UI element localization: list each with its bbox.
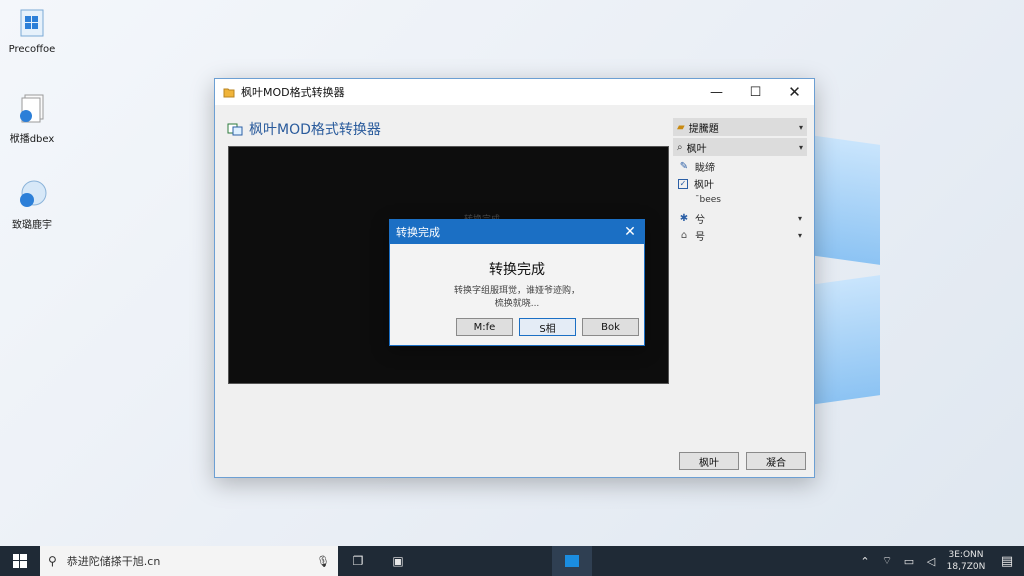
chevron-down-icon: ▾ (797, 214, 802, 223)
system-tray: ⌃ ⌔ ▭ ◁ 3E:ONN 18,7Z0N ▤ (854, 546, 1024, 576)
clock-date: 18,7Z0N (946, 562, 986, 572)
panel-row-label: 号 (695, 232, 705, 243)
dialog-heading: 转换完成 (489, 262, 545, 278)
panel-row-label: 眬缔 (695, 163, 715, 174)
network-icon[interactable]: ⌔ (876, 554, 898, 568)
desktop-icon-2[interactable]: 栿播dbex (4, 92, 60, 145)
clock-time: 3E:ONN (948, 550, 984, 560)
search-icon: ⌕ (677, 141, 683, 153)
panel-row-tool[interactable]: ✱ 兮 ▾ (673, 210, 807, 227)
active-app-taskbar-icon[interactable] (552, 546, 592, 576)
desktop-icon-precoffoe[interactable]: Precoffoe (4, 6, 60, 55)
search-placeholder: 恭进陀储搽干旭.cn (66, 555, 161, 568)
bottom-left-button[interactable]: 枫叶 (679, 452, 739, 470)
chevron-down-icon: ▾ (797, 231, 802, 240)
windows-folder-icon (20, 9, 44, 37)
dialog-message-line2: 梳换就晓... (494, 299, 540, 309)
folder-icon: ▰ (677, 121, 685, 133)
start-button[interactable] (0, 546, 40, 576)
globe-user-icon (20, 180, 47, 207)
chevron-down-icon: ▾ (798, 142, 803, 152)
app-header-title: 枫叶MOD格式转换器 (249, 122, 381, 138)
dropdown-1[interactable]: ▰ 提騰題 ▾ (673, 118, 807, 136)
notification-icon[interactable]: ▤ (990, 554, 1024, 569)
dialog-button-2[interactable]: S相 (519, 318, 576, 336)
microphone-icon[interactable]: 🎙 (316, 555, 330, 568)
dialog-message-line1: 转换字组服珥觉，谁娅爷迹购， (453, 286, 580, 296)
chevron-up-icon[interactable]: ⌃ (854, 555, 876, 568)
home-icon: ⌂ (680, 230, 688, 241)
dialog-message: 转换字组服珥觉，谁娅爷迹购， 梳换就晓... (390, 285, 644, 311)
chevron-down-icon: ▾ (798, 122, 803, 132)
edit-icon: ✎ (679, 161, 689, 172)
clock[interactable]: 3E:ONN 18,7Z0N (942, 549, 990, 573)
task-view-icon[interactable]: ❐ (338, 546, 378, 576)
checkbox-icon[interactable]: ✓ (678, 178, 688, 189)
document-stack-icon (20, 94, 44, 123)
search-box[interactable]: ⚲ 恭进陀储搽干旭.cn 🎙 (40, 546, 338, 576)
dialog-titlebar[interactable]: 转换完成 ✕ (390, 220, 644, 244)
dialog-button-1[interactable]: M:fe (456, 318, 513, 336)
dropdown-1-label: 提騰題 (688, 123, 719, 135)
tool-icon: ✱ (679, 213, 689, 224)
options-panel: ▰ 提騰題 ▾ ⌕ 枫叶 ▾ ✎ 眬缔 ✓ 枫叶 ˉbees ✱ 兮 ▾ ⌂ 号… (673, 118, 807, 244)
windows-logo-icon (13, 554, 27, 568)
app-header: 枫叶MOD格式转换器 (227, 119, 381, 139)
app-taskbar-icon[interactable]: ▣ (378, 546, 418, 576)
dialog-title: 转换完成 (396, 226, 440, 239)
dropdown-2-label: 枫叶 (686, 143, 707, 155)
app-icon (223, 88, 235, 98)
panel-row-edit[interactable]: ✎ 眬缔 (673, 158, 807, 175)
close-button[interactable]: ✕ (775, 79, 814, 105)
maximize-button[interactable]: ☐ (736, 79, 775, 105)
dialog-buttons: M:fe S相 Bok (456, 318, 639, 336)
converter-icon (227, 123, 243, 136)
search-icon: ⚲ (48, 554, 57, 568)
desktop-icon-3[interactable]: 致璐鹿宇 (4, 178, 60, 231)
bottom-right-button[interactable]: 凝合 (746, 452, 806, 470)
panel-row-checkbox[interactable]: ✓ 枫叶 (673, 175, 807, 192)
taskbar: ⚲ 恭进陀储搽干旭.cn 🎙 ❐ ▣ ⌃ ⌔ ▭ ◁ 3E:ONN 18,7Z0… (0, 546, 1024, 576)
completion-dialog: 转换完成 ✕ 转换完成 转换字组服珥觉，谁娅爷迹购， 梳换就晓... M:fe … (389, 219, 645, 346)
dialog-close-icon[interactable]: ✕ (616, 224, 644, 240)
window-title: 枫叶MOD格式转换器 (241, 86, 345, 99)
window-titlebar[interactable]: 枫叶MOD格式转换器 — ☐ ✕ (215, 79, 814, 105)
volume-icon[interactable]: ◁ (920, 555, 942, 568)
panel-row-sub: ˉbees (695, 195, 721, 205)
minimize-button[interactable]: — (697, 79, 736, 105)
battery-icon[interactable]: ▭ (898, 555, 920, 568)
dialog-button-3[interactable]: Bok (582, 318, 639, 336)
panel-row-label: 枫叶 (694, 180, 714, 191)
panel-row-label: 兮 (695, 215, 705, 226)
panel-row-home[interactable]: ⌂ 号 ▾ (673, 227, 807, 244)
dropdown-2[interactable]: ⌕ 枫叶 ▾ (673, 138, 807, 156)
